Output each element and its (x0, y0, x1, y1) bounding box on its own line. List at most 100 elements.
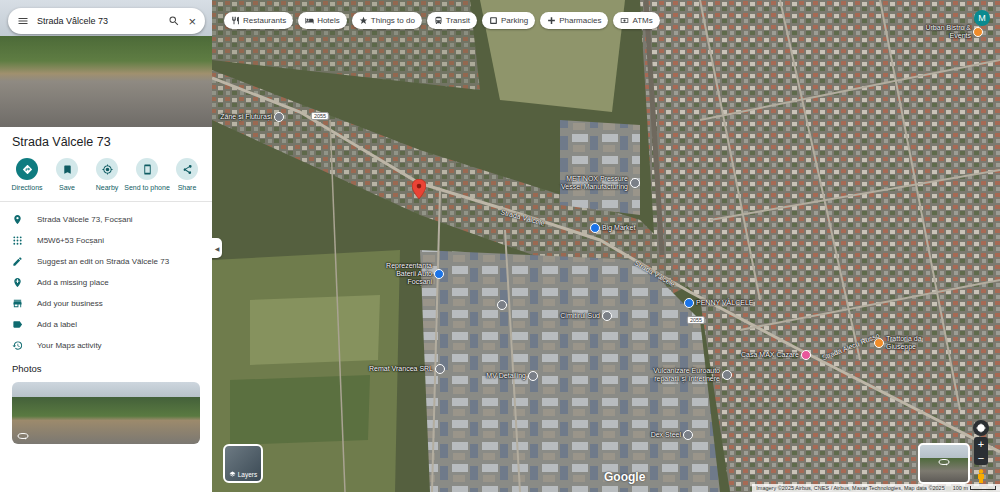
nearby-glyph-icon (102, 164, 113, 175)
chip-label: Things to do (371, 16, 415, 25)
collapse-panel-button[interactable]: ◀ (212, 238, 222, 258)
category-chip[interactable]: Pharmacies (540, 12, 608, 29)
scale-bar (970, 486, 996, 490)
search-box[interactable]: Strada Vâlcele 73 × (8, 8, 205, 34)
place-label[interactable]: Big Market (602, 224, 652, 232)
pegman-icon[interactable] (975, 469, 987, 483)
place-marker-icon[interactable] (435, 364, 445, 374)
search-input[interactable]: Strada Vâlcele 73 (37, 16, 160, 26)
hotels-icon (305, 16, 314, 25)
directions-button[interactable]: Directions (8, 158, 46, 191)
place-marker-icon[interactable] (590, 223, 600, 233)
zoom-out-button[interactable]: − (978, 451, 984, 465)
info-text: Your Maps activity (37, 341, 102, 350)
info-row[interactable]: Add a missing place (0, 272, 212, 293)
selected-pin-icon[interactable] (412, 179, 426, 199)
map-view[interactable]: Restaurants Hotels Things to do Transit Park… (212, 0, 1000, 492)
info-text: Add your business (37, 299, 103, 308)
search-icon[interactable] (168, 15, 180, 27)
place-marker-icon[interactable] (274, 112, 284, 122)
category-chip[interactable]: Transit (427, 12, 477, 29)
info-text: M5W6+53 Focșani (37, 236, 104, 245)
place-label[interactable]: Reprezentanța Baterii Auto Focșani (370, 262, 432, 285)
place-label[interactable]: Cimitirul Sud (545, 312, 600, 320)
clear-button[interactable]: × (188, 15, 196, 28)
place-label[interactable]: Dex Steel (641, 431, 681, 439)
action-label: Send to phone (124, 184, 170, 191)
chip-label: Restaurants (243, 16, 286, 25)
directions-glyph-icon (22, 164, 33, 175)
place-marker-icon[interactable] (684, 298, 694, 308)
place-marker-icon[interactable] (801, 350, 811, 360)
place-label[interactable]: Remat Vrancea SRL (368, 365, 433, 373)
place-photo[interactable]: Strada Vâlcele 73 × (0, 0, 212, 127)
place-label[interactable]: Vulcanizare Euroauto reparații și întreț… (640, 367, 720, 383)
place-label[interactable]: PENNY VÂLCELE (696, 299, 756, 307)
info-row[interactable]: Add a label (0, 314, 212, 335)
info-row[interactable]: Suggest an edit on Strada Vâlcele 73 (0, 251, 212, 272)
category-chip[interactable]: Parking (482, 12, 535, 29)
send-to-phone-icon[interactable] (136, 158, 158, 180)
place-marker-icon[interactable] (497, 300, 507, 310)
divider (0, 201, 212, 202)
place-marker-icon[interactable] (434, 269, 444, 279)
action-bar: DirectionsSave Nearby Send to phoneShare (0, 158, 212, 191)
street-photo[interactable] (12, 382, 200, 444)
place-marker-icon[interactable] (602, 311, 612, 321)
place-marker-icon[interactable] (973, 27, 983, 37)
place-label[interactable]: Zâne și Fluturași (212, 113, 272, 121)
atms-icon (620, 16, 629, 25)
zoom-in-button[interactable]: + (978, 437, 984, 451)
place-label[interactable]: Trattoria da Giuseppe (886, 335, 944, 351)
layers-button[interactable]: Layers (223, 444, 263, 483)
street-view-thumbnail[interactable] (918, 443, 970, 484)
account-avatar[interactable]: M (974, 10, 990, 26)
place-label[interactable]: Casa MAX Cazare (737, 351, 799, 359)
info-row[interactable]: Add your business (0, 293, 212, 314)
info-row[interactable]: Strada Vâlcele 73, Focșani (0, 209, 212, 230)
things-icon (359, 16, 368, 25)
info-row[interactable]: Your Maps activity (0, 335, 212, 356)
info-row[interactable]: M5W6+53 Focșani (0, 230, 212, 251)
place-label[interactable]: METINOX Pressure Vessel Manufacturing (550, 175, 628, 191)
satellite-imagery[interactable] (212, 0, 1000, 492)
chip-label: Pharmacies (559, 16, 601, 25)
save-icon[interactable] (56, 158, 78, 180)
road-number-badge: 2055 (687, 316, 705, 324)
category-chip[interactable]: Restaurants (224, 12, 293, 29)
layers-label: Layers (238, 471, 258, 478)
action-label: Nearby (96, 184, 119, 191)
pharmacies-icon (547, 16, 556, 25)
chip-label: ATMs (632, 16, 652, 25)
place-marker-icon[interactable] (683, 430, 693, 440)
place-label[interactable]: MV Detailing (478, 372, 526, 380)
nearby-icon[interactable] (96, 158, 118, 180)
save-button[interactable]: Save (48, 158, 86, 191)
info-text: Suggest an edit on Strada Vâlcele 73 (37, 257, 169, 266)
business-icon (12, 298, 23, 309)
category-chip[interactable]: Hotels (298, 12, 347, 29)
nearby-button[interactable]: Nearby (88, 158, 126, 191)
chip-label: Parking (501, 16, 528, 25)
info-text: Add a label (37, 320, 77, 329)
my-location-button[interactable] (973, 420, 989, 436)
share-icon[interactable] (176, 158, 198, 180)
directions-icon[interactable] (16, 158, 38, 180)
send-to-phone-button[interactable]: Send to phone (128, 158, 166, 191)
road-number-badge: 2055 (311, 112, 329, 120)
place-panel: Strada Vâlcele 73 ×Strada Vâlcele 73 Direc… (0, 0, 212, 492)
place-label[interactable]: Urban Bistro & Events (911, 24, 971, 40)
category-chip[interactable]: ATMs (613, 12, 659, 29)
share-glyph-icon (182, 164, 193, 175)
transit-icon (434, 16, 443, 25)
place-marker-icon[interactable] (528, 371, 538, 381)
category-chip[interactable]: Things to do (352, 12, 422, 29)
share-button[interactable]: Share (168, 158, 206, 191)
info-text: Strada Vâlcele 73, Focșani (37, 215, 133, 224)
menu-icon[interactable] (17, 15, 29, 27)
address-icon (12, 214, 23, 225)
addplace-icon (12, 277, 23, 288)
place-marker-icon[interactable] (630, 178, 640, 188)
place-marker-icon[interactable] (722, 370, 732, 380)
zoom-controls: +− (974, 437, 988, 465)
